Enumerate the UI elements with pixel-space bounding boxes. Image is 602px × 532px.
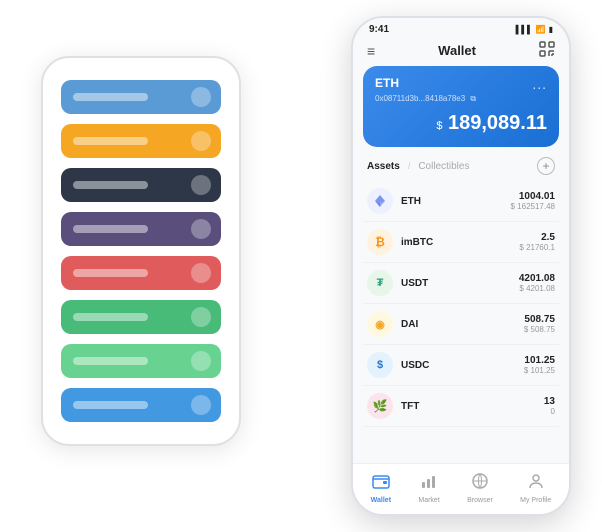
asset-item-imbtc[interactable]: ₿ imBTC 2.5 $ 21760.1 [363,222,559,263]
tab-collectibles[interactable]: Collectibles [418,161,469,172]
bottom-nav: Wallet Market Browser My Profile [353,463,569,514]
assets-header: Assets / Collectibles + [353,155,569,181]
foreground-phone: 9:41 ▌▌▌ 📶 ▮ ≡ Wallet [351,16,571,516]
asset-usd-usdc: $ 101.25 [524,366,555,375]
usdc-icon: $ [367,352,393,378]
profile-nav-icon [527,472,545,495]
asset-name-usdt: USDT [401,278,519,289]
main-scene: 9:41 ▌▌▌ 📶 ▮ ≡ Wallet [21,16,581,516]
asset-amount-usdc: 101.25 [524,355,555,366]
asset-name-imbtc: imBTC [401,237,519,248]
wallet-nav-icon [372,472,390,495]
eth-card-more-icon[interactable]: ... [532,76,547,92]
asset-usd-tft: 0 [544,407,555,416]
market-nav-icon [420,472,438,495]
status-time: 9:41 [369,24,389,35]
dai-icon: ◉ [367,311,393,337]
list-item[interactable] [61,212,221,246]
asset-name-dai: DAI [401,319,524,330]
asset-amount-usdt: 4201.08 [519,273,555,284]
nav-label-profile: My Profile [520,497,551,504]
asset-usd-imbtc: $ 21760.1 [519,243,555,252]
copy-icon[interactable]: ⧉ [470,94,476,103]
browser-nav-icon [471,472,489,495]
status-icons: ▌▌▌ 📶 ▮ [516,25,553,34]
nav-item-wallet[interactable]: Wallet [371,472,391,504]
asset-item-tft[interactable]: 🌿 TFT 13 0 [363,386,559,427]
list-item[interactable] [61,388,221,422]
asset-usd-usdt: $ 4201.08 [519,284,555,293]
eth-card-balance: $ 189,089.11 [375,112,547,135]
wifi-icon: 📶 [536,25,546,34]
list-item[interactable] [61,344,221,378]
nav-label-market: Market [418,497,439,504]
asset-item-usdt[interactable]: ₮ USDT 4201.08 $ 4201.08 [363,263,559,304]
asset-name-eth: ETH [401,196,511,207]
asset-usd-dai: $ 508.75 [524,325,555,334]
eth-card-address: 0x08711d3b...8418a78e3 ⧉ [375,94,547,104]
add-asset-button[interactable]: + [537,157,555,175]
list-item[interactable] [61,124,221,158]
background-phone [41,56,241,446]
list-item[interactable] [61,300,221,334]
battery-icon: ▮ [549,25,553,34]
eth-card[interactable]: ETH ... 0x08711d3b...8418a78e3 ⧉ $ 189,0… [363,66,559,147]
tab-divider: / [408,161,411,171]
asset-amount-dai: 508.75 [524,314,555,325]
asset-item-dai[interactable]: ◉ DAI 508.75 $ 508.75 [363,304,559,345]
nav-item-profile[interactable]: My Profile [520,472,551,504]
asset-item-usdc[interactable]: $ USDC 101.25 $ 101.25 [363,345,559,386]
nav-label-browser: Browser [467,497,493,504]
signal-icon: ▌▌▌ [516,25,533,34]
imbtc-icon: ₿ [367,229,393,255]
tab-assets[interactable]: Assets [367,161,400,172]
nav-label-wallet: Wallet [371,497,391,504]
nav-item-browser[interactable]: Browser [467,472,493,504]
status-bar: 9:41 ▌▌▌ 📶 ▮ [353,18,569,37]
phone-header: ≡ Wallet [353,37,569,66]
list-item[interactable] [61,256,221,290]
eth-card-coin: ETH [375,76,399,90]
menu-icon[interactable]: ≡ [367,43,375,59]
asset-usd-eth: $ 162517.48 [511,202,556,211]
list-item[interactable] [61,168,221,202]
nav-item-market[interactable]: Market [418,472,439,504]
eth-icon [367,188,393,214]
tft-icon: 🌿 [367,393,393,419]
scan-icon[interactable] [539,41,555,60]
asset-item-eth[interactable]: ETH 1004.01 $ 162517.48 [363,181,559,222]
asset-amount-tft: 13 [544,396,555,407]
asset-name-tft: TFT [401,401,544,412]
asset-amount-eth: 1004.01 [511,191,556,202]
asset-name-usdc: USDC [401,360,524,371]
usdt-icon: ₮ [367,270,393,296]
list-item[interactable] [61,80,221,114]
asset-list: ETH 1004.01 $ 162517.48 ₿ imBTC 2.5 $ 21… [353,181,569,463]
asset-amount-imbtc: 2.5 [519,232,555,243]
page-title: Wallet [438,43,476,58]
